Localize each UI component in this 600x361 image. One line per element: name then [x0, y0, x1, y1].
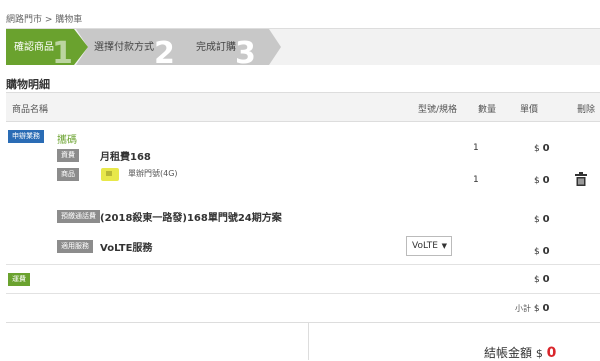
- order-type-badge: 申辦業務: [8, 130, 44, 143]
- plan-name: (2018殺東一路發)168單門號24期方案: [100, 213, 282, 224]
- item-price: $ 0: [534, 175, 550, 186]
- service-select[interactable]: VoLTE ▼: [406, 236, 452, 256]
- item-price: $ 0: [534, 143, 550, 154]
- step-number: 1: [52, 36, 73, 71]
- item-qty: 1: [473, 175, 479, 185]
- item-name: 月租費168: [100, 152, 151, 163]
- shipping-price: $ 0: [534, 274, 550, 285]
- service-badge: 適用服務: [57, 240, 93, 253]
- subtotal-label: 小計: [515, 304, 531, 313]
- step-label: 選擇付款方式: [94, 42, 154, 53]
- total-value: 0: [546, 345, 557, 361]
- col-qty: 數量: [478, 105, 497, 115]
- total-label: 結帳金額: [484, 346, 533, 360]
- caret-down-icon: ▼: [441, 242, 447, 250]
- item-qty: 1: [473, 143, 479, 153]
- service-name: VoLTE服務: [100, 243, 153, 254]
- step-confirm-active: 確認商品 1: [6, 29, 88, 69]
- step-complete: 完成訂購 3: [181, 29, 281, 69]
- plan-badge: 預繳通話費: [57, 210, 100, 223]
- shipping-badge: 運費: [8, 273, 30, 286]
- trash-icon[interactable]: [575, 172, 587, 186]
- order-type-name: 攜碼: [57, 135, 77, 146]
- divider: [6, 264, 600, 265]
- sim-card-icon: [101, 168, 119, 181]
- step-label: 確認商品: [14, 42, 54, 53]
- section-title: 購物明細: [6, 78, 50, 91]
- breadcrumb: 網路門市 > 購物車: [6, 15, 83, 25]
- checkout-total: 結帳金額 $ 0: [484, 345, 557, 361]
- item-badge: 商品: [57, 168, 79, 181]
- divider: [308, 322, 309, 360]
- step-number: 3: [235, 36, 256, 71]
- item-badge: 資費: [57, 149, 79, 162]
- step-label: 完成訂購: [196, 42, 236, 53]
- subtotal: 小計 $ 0: [515, 303, 550, 314]
- service-price: $ 0: [534, 246, 550, 257]
- step-number: 2: [154, 36, 175, 71]
- plan-price: $ 0: [534, 214, 550, 225]
- col-model: 型號/規格: [418, 105, 458, 115]
- service-select-value: VoLTE: [412, 241, 438, 251]
- divider: [6, 293, 600, 294]
- col-price: 單價: [520, 105, 539, 115]
- item-name: 單辦門號(4G): [128, 169, 178, 178]
- table-header: 商品名稱 型號/規格 數量 單價 刪除: [6, 92, 600, 122]
- checkout-steps: 完成訂購 3 選擇付款方式 2 確認商品 1: [6, 28, 600, 69]
- col-delete: 刪除: [577, 105, 596, 115]
- col-name: 商品名稱: [12, 105, 49, 115]
- step-payment: 選擇付款方式 2: [76, 29, 196, 69]
